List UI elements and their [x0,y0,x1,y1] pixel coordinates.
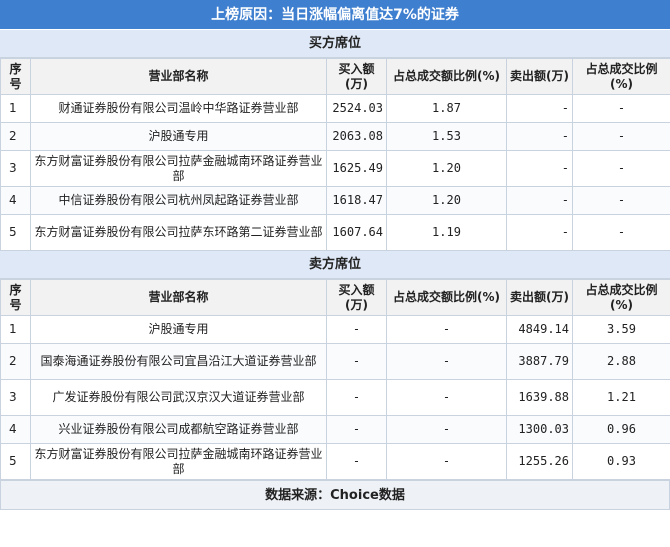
branch-name: 广发证券股份有限公司武汉京汉大道证券营业部 [30,379,327,416]
table-row: 1 沪股通专用 - - 4849.14 3.59 [0,315,670,344]
branch-name: 东方财富证券股份有限公司拉萨金融城南环路证券营业部 [30,443,327,480]
buy-amount: 1607.64 [326,214,387,251]
buy-ratio: 1.20 [386,150,507,187]
buy-section-title: 买方席位 [0,30,670,58]
col-header-buy-ratio: 占总成交额比例(%) [386,279,507,316]
sell-amount: 4849.14 [506,315,573,344]
buy-amount: 1625.49 [326,150,387,187]
row-index: 3 [0,150,31,187]
buy-ratio: 1.19 [386,214,507,251]
row-index: 5 [0,443,31,480]
sell-amount: 1300.03 [506,415,573,444]
buy-amount: - [326,443,387,480]
buy-ratio: - [386,415,507,444]
branch-name: 兴业证券股份有限公司成都航空路证券营业部 [30,415,327,444]
table-row: 4 中信证券股份有限公司杭州凤起路证券营业部 1618.47 1.20 - - [0,186,670,215]
buy-amount: - [326,379,387,416]
sell-ratio: - [572,214,670,251]
buy-amount: 2524.03 [326,94,387,123]
buy-ratio: - [386,443,507,480]
branch-name: 沪股通专用 [30,122,327,151]
sell-ratio: - [572,94,670,123]
sell-ratio: - [572,122,670,151]
col-header-sell-amount: 卖出额(万) [506,279,573,316]
buy-amount: - [326,343,387,380]
table-row: 1 财通证券股份有限公司温岭中华路证券营业部 2524.03 1.87 - - [0,94,670,123]
table-row: 2 沪股通专用 2063.08 1.53 - - [0,122,670,151]
buy-ratio: 1.53 [386,122,507,151]
col-header-sell-ratio: 占总成交比例(%) [572,279,670,316]
buy-amount: - [326,315,387,344]
sell-ratio: 1.21 [572,379,670,416]
branch-name: 东方财富证券股份有限公司拉萨金融城南环路证券营业部 [30,150,327,187]
sell-amount: - [506,122,573,151]
branch-name: 东方财富证券股份有限公司拉萨东环路第二证券营业部 [30,214,327,251]
row-index: 1 [0,94,31,123]
col-header-buy-ratio: 占总成交额比例(%) [386,58,507,95]
col-header-branch-name: 营业部名称 [30,279,327,316]
sell-amount: 1639.88 [506,379,573,416]
sell-ratio: 2.88 [572,343,670,380]
sell-seats-table: 序号 营业部名称 买入额(万) 占总成交额比例(%) 卖出额(万) 占总成交比例… [0,279,670,480]
buy-ratio: - [386,315,507,344]
sell-amount: 3887.79 [506,343,573,380]
branch-name: 中信证券股份有限公司杭州凤起路证券营业部 [30,186,327,215]
buy-amount: 2063.08 [326,122,387,151]
sell-amount: - [506,94,573,123]
col-header-buy-amount: 买入额(万) [326,58,387,95]
sell-section-title: 卖方席位 [0,251,670,279]
table-row: 5 东方财富证券股份有限公司拉萨东环路第二证券营业部 1607.64 1.19 … [0,214,670,251]
buy-ratio: 1.87 [386,94,507,123]
table-row: 3 广发证券股份有限公司武汉京汉大道证券营业部 - - 1639.88 1.21 [0,379,670,416]
branch-name: 国泰海通证券股份有限公司宜昌沿江大道证券营业部 [30,343,327,380]
buy-ratio: 1.20 [386,186,507,215]
sell-ratio: 0.93 [572,443,670,480]
buy-ratio: - [386,343,507,380]
sell-ratio: 0.96 [572,415,670,444]
row-index: 3 [0,379,31,416]
page-title: 上榜原因：当日涨幅偏离值达7%的证券 [0,0,670,30]
row-index: 2 [0,122,31,151]
row-index: 2 [0,343,31,380]
buy-amount: - [326,415,387,444]
table-row: 2 国泰海通证券股份有限公司宜昌沿江大道证券营业部 - - 3887.79 2.… [0,343,670,380]
buy-amount: 1618.47 [326,186,387,215]
table-header-row: 序号 营业部名称 买入额(万) 占总成交额比例(%) 卖出额(万) 占总成交比例… [0,58,670,95]
col-header-sell-amount: 卖出额(万) [506,58,573,95]
col-header-buy-amount: 买入额(万) [326,279,387,316]
col-header-index: 序号 [0,58,31,95]
sell-amount: 1255.26 [506,443,573,480]
row-index: 4 [0,186,31,215]
branch-name: 沪股通专用 [30,315,327,344]
col-header-index: 序号 [0,279,31,316]
col-header-sell-ratio: 占总成交比例(%) [572,58,670,95]
sell-ratio: - [572,186,670,215]
sell-amount: - [506,214,573,251]
col-header-branch-name: 营业部名称 [30,58,327,95]
data-source-footer: 数据来源：Choice数据 [0,480,670,510]
row-index: 4 [0,415,31,444]
table-row: 3 东方财富证券股份有限公司拉萨金融城南环路证券营业部 1625.49 1.20… [0,150,670,187]
sell-ratio: 3.59 [572,315,670,344]
table-header-row: 序号 营业部名称 买入额(万) 占总成交额比例(%) 卖出额(万) 占总成交比例… [0,279,670,316]
table-row: 4 兴业证券股份有限公司成都航空路证券营业部 - - 1300.03 0.96 [0,415,670,444]
lhb-table-container: 上榜原因：当日涨幅偏离值达7%的证券 买方席位 序号 营业部名称 买入额(万) … [0,0,670,510]
table-row: 5 东方财富证券股份有限公司拉萨金融城南环路证券营业部 - - 1255.26 … [0,443,670,480]
sell-amount: - [506,186,573,215]
sell-amount: - [506,150,573,187]
sell-ratio: - [572,150,670,187]
branch-name: 财通证券股份有限公司温岭中华路证券营业部 [30,94,327,123]
buy-seats-table: 序号 营业部名称 买入额(万) 占总成交额比例(%) 卖出额(万) 占总成交比例… [0,58,670,251]
row-index: 5 [0,214,31,251]
row-index: 1 [0,315,31,344]
buy-ratio: - [386,379,507,416]
